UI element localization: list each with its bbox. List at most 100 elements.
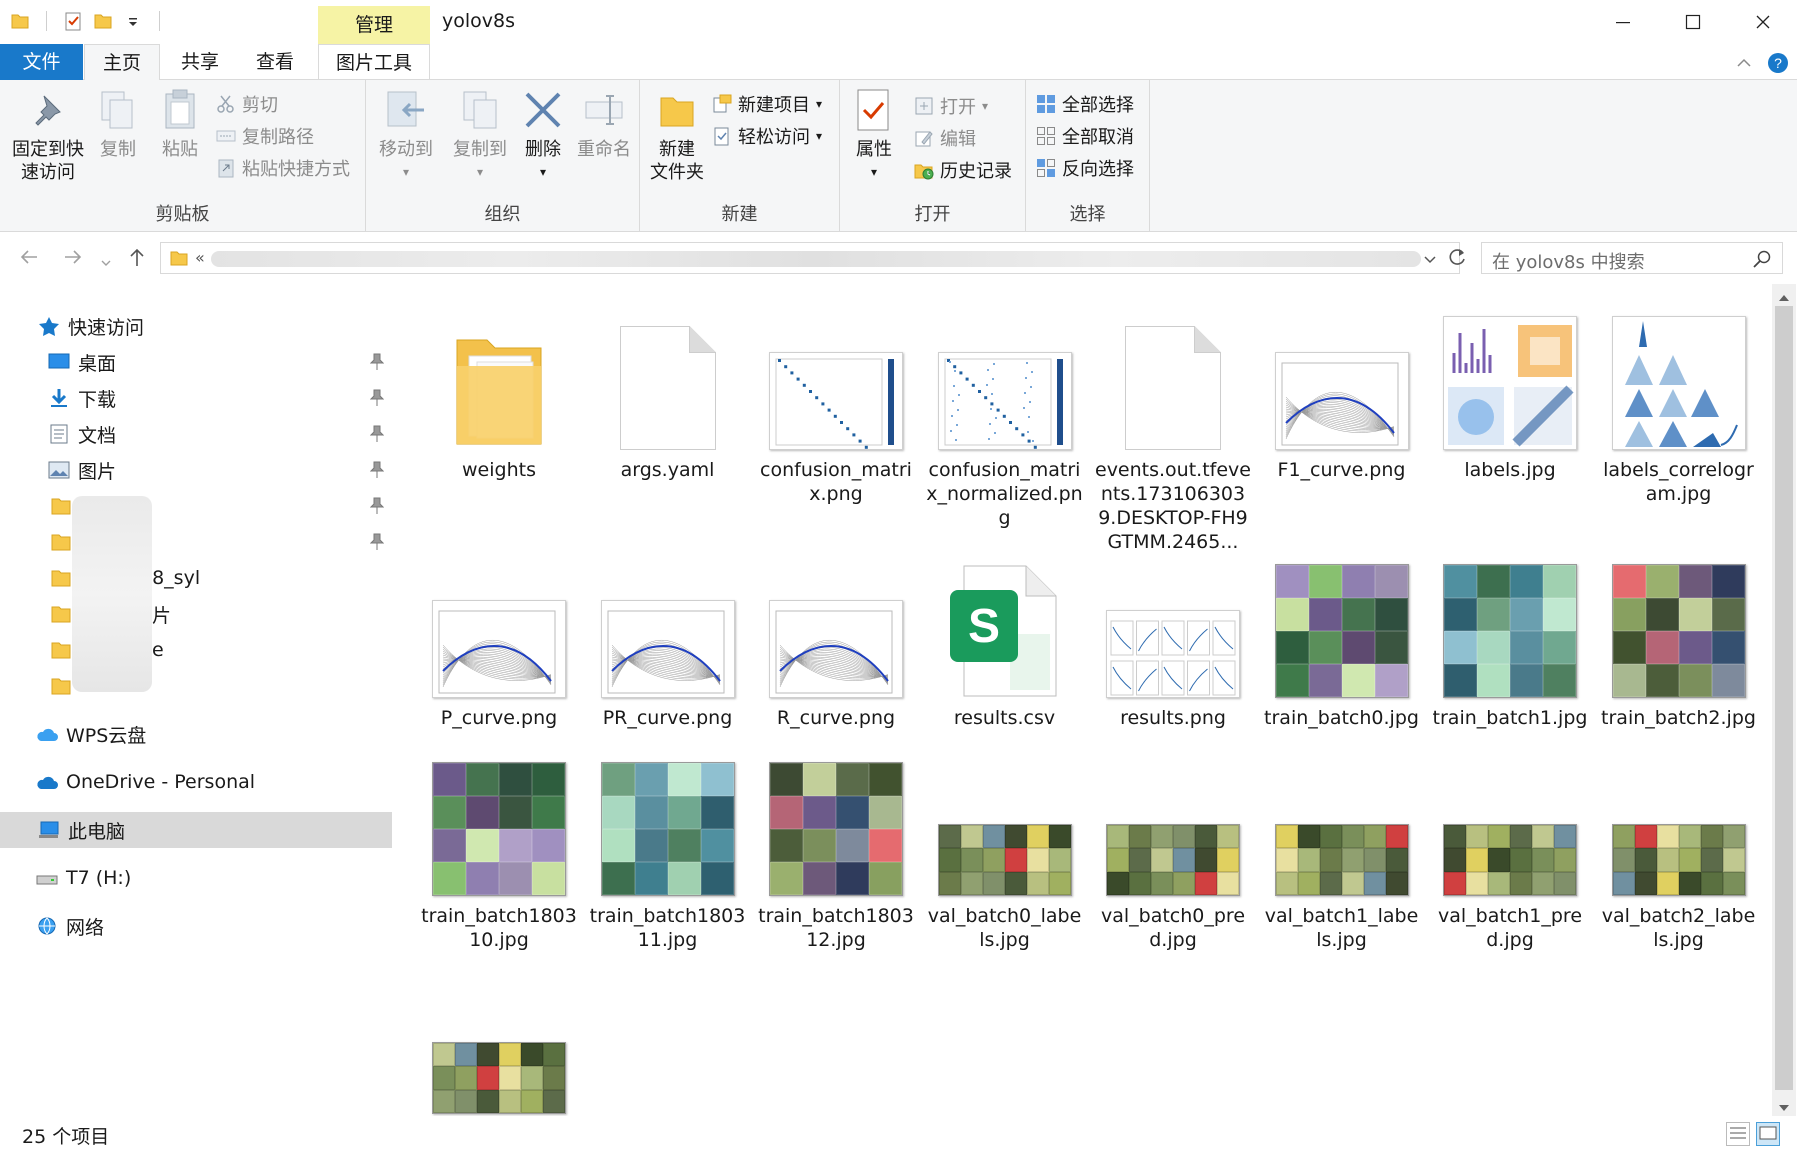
nav-folder-6[interactable] xyxy=(0,668,392,704)
nav-documents[interactable]: 文档 xyxy=(0,416,392,452)
delete-button[interactable]: 删除 ▾ xyxy=(516,88,570,184)
history-button[interactable]: 历史记录 xyxy=(914,156,1012,184)
file-item[interactable]: F1_curve.png xyxy=(1263,292,1421,482)
paste-button[interactable]: 粘贴 xyxy=(156,88,204,161)
scroll-down-icon[interactable] xyxy=(1778,1098,1790,1117)
nav-wps-cloud[interactable]: WPS云盘 xyxy=(0,716,392,752)
nav-drive-t7[interactable]: T7 (H:) xyxy=(0,860,392,896)
minimize-button[interactable] xyxy=(1588,0,1658,44)
file-item[interactable]: P_curve.png xyxy=(420,540,578,730)
file-thumbnail xyxy=(420,292,578,450)
help-button[interactable]: ? xyxy=(1767,52,1789,78)
copy-button[interactable]: 复制 xyxy=(94,88,142,161)
nav-this-pc[interactable]: 此电脑 xyxy=(0,812,392,848)
file-item[interactable]: confusion_matrix_normalized.png xyxy=(926,292,1084,530)
file-item[interactable]: val_batch0_pred.jpg xyxy=(1094,738,1252,952)
nav-folder-4[interactable]: 片 xyxy=(0,596,392,632)
back-button[interactable] xyxy=(18,246,40,273)
recent-locations-button[interactable] xyxy=(100,250,112,274)
properties-check-icon[interactable] xyxy=(63,11,83,31)
file-item[interactable]: confusion_matrix.png xyxy=(757,292,915,506)
easy-access-dropdown-icon: ▾ xyxy=(816,129,823,143)
properties-button[interactable]: 属性 ▾ xyxy=(846,88,902,184)
file-item[interactable]: args.yaml xyxy=(589,292,747,482)
tab-home[interactable]: 主页 xyxy=(84,44,160,81)
path-overflow-chevron[interactable]: « xyxy=(195,248,205,267)
image-thumbnail xyxy=(1443,564,1577,698)
address-dropdown-button[interactable] xyxy=(1423,251,1437,270)
new-folder-button[interactable]: 新建 文件夹 xyxy=(644,88,710,184)
details-view-button[interactable] xyxy=(1726,1122,1750,1146)
copy-path-label: 复制路径 xyxy=(242,127,314,148)
file-item[interactable]: val_batch2_labels.jpg xyxy=(1600,738,1758,952)
easy-access-button[interactable]: 轻松访问 ▾ xyxy=(712,122,822,150)
file-item[interactable]: train_batch180310.jpg xyxy=(420,738,578,952)
file-name: labels_correlogram.jpg xyxy=(1603,459,1754,505)
maximize-button[interactable] xyxy=(1658,0,1728,44)
refresh-button[interactable] xyxy=(1446,246,1468,272)
forward-button[interactable] xyxy=(62,246,84,273)
copy-path-button[interactable]: 复制路径 xyxy=(216,122,314,150)
tab-view[interactable]: 查看 xyxy=(240,44,310,80)
invert-selection-button[interactable]: 反向选择 xyxy=(1036,154,1134,182)
file-item[interactable]: Sresults.csv xyxy=(926,540,1084,730)
nav-desktop[interactable]: 桌面 xyxy=(0,344,392,380)
nav-wps-label: WPS云盘 xyxy=(66,724,147,747)
close-button[interactable] xyxy=(1728,0,1797,44)
edit-button[interactable]: 编辑 xyxy=(914,124,976,152)
file-item[interactable]: labels_correlogram.jpg xyxy=(1600,292,1758,506)
file-item[interactable]: train_batch0.jpg xyxy=(1263,540,1421,730)
nav-downloads[interactable]: 下载 xyxy=(0,380,392,416)
file-item[interactable]: train_batch180311.jpg xyxy=(589,738,747,952)
file-name: val_batch1_pred.jpg xyxy=(1437,905,1583,951)
file-item[interactable]: results.png xyxy=(1094,540,1252,730)
file-item[interactable]: train_batch2.jpg xyxy=(1600,540,1758,730)
tab-share[interactable]: 共享 xyxy=(165,44,235,80)
nav-onedrive[interactable]: OneDrive - Personal xyxy=(0,764,392,800)
scroll-up-icon[interactable] xyxy=(1778,288,1790,307)
file-item[interactable]: val_batch1_labels.jpg xyxy=(1263,738,1421,952)
scroll-thumb[interactable] xyxy=(1775,306,1793,1090)
file-item[interactable]: weights xyxy=(420,292,578,482)
search-box[interactable]: 在 yolov8s 中搜索 xyxy=(1481,242,1783,274)
paste-shortcut-button[interactable]: 粘贴快捷方式 xyxy=(216,154,350,182)
new-item-button[interactable]: 新建项目 ▾ xyxy=(712,90,822,118)
nav-folder-3[interactable]: 98_syl xyxy=(0,560,392,596)
manage-context-tab[interactable]: 管理 xyxy=(318,6,430,44)
cut-button[interactable]: 剪切 xyxy=(216,90,278,118)
pin-to-quick-access-button[interactable]: 固定到快 速访问 xyxy=(6,88,90,184)
move-to-button[interactable]: 移动到 ▾ xyxy=(372,88,440,184)
collapse-ribbon-button[interactable] xyxy=(1735,54,1753,76)
rename-button[interactable]: 重命名 xyxy=(574,88,634,161)
file-item[interactable]: events.out.tfevents.1731063039.DESKTOP-F… xyxy=(1094,292,1252,554)
file-item[interactable]: train_batch180312.jpg xyxy=(757,738,915,952)
file-item[interactable]: labels.jpg xyxy=(1431,292,1589,482)
large-icons-view-button[interactable] xyxy=(1756,1122,1780,1146)
nav-documents-label: 文档 xyxy=(78,424,117,447)
customize-toolbar-dropdown-icon[interactable] xyxy=(123,11,143,31)
tab-picture-tools[interactable]: 图片工具 xyxy=(318,44,430,80)
copy-to-button[interactable]: 复制到 ▾ xyxy=(446,88,514,184)
vertical-scrollbar[interactable] xyxy=(1772,284,1796,1116)
file-item[interactable]: val_batch1_pred.jpg xyxy=(1431,738,1589,952)
file-item[interactable]: train_batch1.jpg xyxy=(1431,540,1589,730)
open-button[interactable]: 打开 ▾ xyxy=(914,92,988,120)
up-button[interactable] xyxy=(126,246,148,273)
nav-folder-5[interactable]: e xyxy=(0,632,392,668)
file-item[interactable]: val_batch0_labels.jpg xyxy=(926,738,1084,952)
address-bar[interactable]: « xyxy=(160,242,1460,274)
select-all-button[interactable]: 全部选择 xyxy=(1036,90,1134,118)
select-none-button[interactable]: 全部取消 xyxy=(1036,122,1134,150)
nav-pinned-folder-1[interactable] xyxy=(0,488,392,524)
nav-pictures[interactable]: 图片 xyxy=(0,452,392,488)
file-item[interactable]: R_curve.png xyxy=(757,540,915,730)
nav-quick-access[interactable]: 快速访问 xyxy=(0,308,392,344)
file-thumbnail xyxy=(1263,292,1421,450)
new-folder-icon[interactable] xyxy=(93,11,113,31)
tab-file[interactable]: 文件 xyxy=(0,44,83,80)
search-icon[interactable] xyxy=(1752,249,1772,273)
nav-network[interactable]: 网络 xyxy=(0,908,392,944)
file-item[interactable]: PR_curve.png xyxy=(589,540,747,730)
easy-access-label: 轻松访问 xyxy=(738,127,810,148)
nav-pinned-folder-2[interactable] xyxy=(0,524,392,560)
